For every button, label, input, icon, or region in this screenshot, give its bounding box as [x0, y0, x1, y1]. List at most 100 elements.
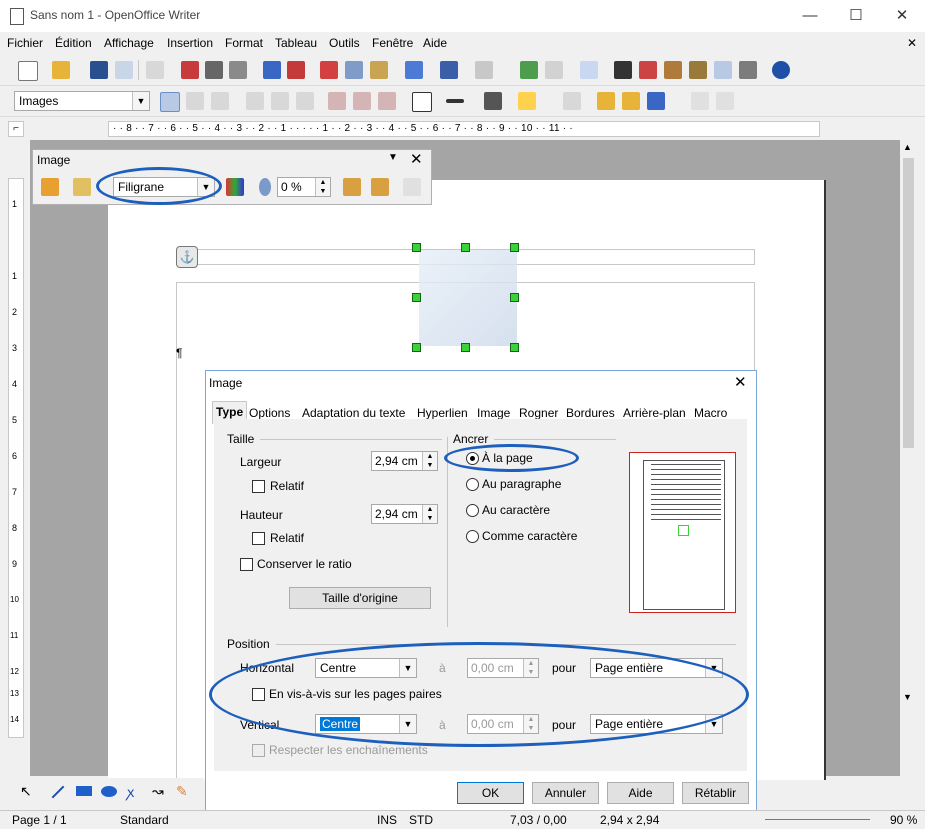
ok-button[interactable]: OK	[457, 782, 524, 804]
new-icon[interactable]	[18, 61, 38, 81]
vertical-ruler[interactable]: 1 1 2 3 4 5 6 7 8 9 10 11 12 13 14	[8, 178, 24, 738]
spin-arrows-icon[interactable]: ▲ ▼	[422, 505, 437, 523]
doc-close-icon[interactable]: ✕	[907, 36, 917, 50]
curve-icon[interactable]: ↝	[152, 783, 164, 800]
print-icon[interactable]	[205, 61, 223, 79]
selection-handle[interactable]	[412, 293, 421, 302]
send-back-icon[interactable]	[622, 92, 640, 110]
menu-edition[interactable]: Édition	[55, 36, 92, 50]
pdf-icon[interactable]	[181, 61, 199, 79]
menu-fenetre[interactable]: Fenêtre	[372, 36, 413, 50]
compass-icon[interactable]	[639, 61, 657, 79]
pilcrow-icon[interactable]	[714, 61, 732, 79]
border-color-icon[interactable]	[484, 92, 502, 110]
bottom-align-icon[interactable]	[378, 92, 396, 110]
draw-icon[interactable]	[580, 61, 598, 79]
flip-vertical-icon[interactable]	[343, 178, 361, 196]
scroll-thumb[interactable]	[903, 158, 914, 448]
copy-icon[interactable]	[345, 61, 363, 79]
table-icon[interactable]	[545, 61, 563, 79]
pen-icon[interactable]: ✎	[176, 783, 188, 800]
database-icon[interactable]	[689, 61, 707, 79]
toolbar-menu-icon[interactable]: ▼	[388, 152, 398, 163]
help-button[interactable]: Aide	[607, 782, 674, 804]
line-icon[interactable]	[51, 785, 65, 799]
bring-front-icon[interactable]	[597, 92, 615, 110]
middle-align-icon[interactable]	[353, 92, 371, 110]
spellcheck-icon[interactable]	[263, 61, 281, 79]
transparency-input[interactable]: 0 % ▲ ▼	[277, 177, 331, 197]
anchor-character-radio[interactable]	[466, 504, 479, 517]
gallery-icon[interactable]	[664, 61, 682, 79]
undo-icon[interactable]	[440, 61, 458, 79]
wrap-center-icon[interactable]	[271, 92, 289, 110]
flip-horizontal-icon[interactable]	[371, 178, 389, 196]
cut-icon[interactable]	[320, 61, 338, 79]
menu-fichier[interactable]: Fichier	[7, 36, 43, 50]
selection-handle[interactable]	[510, 243, 519, 252]
scroll-down-icon[interactable]: ▼	[903, 692, 912, 702]
help-icon[interactable]	[772, 61, 790, 79]
status-std[interactable]: STD	[409, 813, 433, 827]
filter-icon[interactable]	[73, 178, 91, 196]
anchor-as-character-radio[interactable]	[466, 530, 479, 543]
dialog-close-icon[interactable]: ✕	[734, 373, 747, 391]
preview-icon[interactable]	[229, 61, 247, 79]
cancel-button[interactable]: Annuler	[532, 782, 599, 804]
selection-handle[interactable]	[412, 343, 421, 352]
selection-handle[interactable]	[510, 293, 519, 302]
scroll-up-icon[interactable]: ▲	[903, 142, 912, 152]
menu-format[interactable]: Format	[225, 36, 263, 50]
horizontal-ruler[interactable]: · · 8 · · 7 · · 6 · · 5 · · 4 · · 3 · · …	[108, 121, 820, 137]
menu-tableau[interactable]: Tableau	[275, 36, 317, 50]
zoom-icon[interactable]	[739, 61, 757, 79]
width-input[interactable]: 2,94 cm ▲ ▼	[371, 451, 438, 471]
zoom-slider[interactable]	[765, 819, 870, 820]
wrap-right-icon[interactable]	[296, 92, 314, 110]
format-paintbrush-icon[interactable]	[405, 61, 423, 79]
toolbar-close-icon[interactable]: ✕	[410, 150, 423, 168]
selection-handle[interactable]	[412, 243, 421, 252]
menu-affichage[interactable]: Affichage	[104, 36, 154, 50]
relative-width-checkbox[interactable]	[252, 480, 265, 493]
menu-aide[interactable]: Aide	[423, 36, 447, 50]
open-icon[interactable]	[52, 61, 70, 79]
style-select[interactable]: Images ▼	[14, 91, 150, 111]
frame-properties-icon[interactable]	[563, 92, 581, 110]
menu-outils[interactable]: Outils	[329, 36, 360, 50]
align-left-icon[interactable]	[160, 92, 180, 112]
rectangle-icon[interactable]	[76, 786, 92, 796]
chevron-down-icon[interactable]: ▼	[132, 92, 149, 110]
height-input[interactable]: 2,94 cm ▲ ▼	[371, 504, 438, 524]
relative-height-checkbox[interactable]	[252, 532, 265, 545]
freeform-icon[interactable]: ꭗ	[127, 783, 134, 802]
redo-icon[interactable]	[475, 61, 493, 79]
original-size-button[interactable]: Taille d'origine	[289, 587, 431, 609]
anchor-icon[interactable]	[647, 92, 665, 110]
transparency-icon[interactable]	[259, 178, 271, 196]
anchor-paragraph-radio[interactable]	[466, 478, 479, 491]
save-icon[interactable]	[90, 61, 108, 79]
watermark-image[interactable]	[419, 250, 517, 346]
spin-arrows-icon[interactable]: ▲ ▼	[422, 452, 437, 470]
vertical-scrollbar[interactable]: ▲ ▼	[900, 140, 917, 776]
maximize-button[interactable]: ☐	[833, 0, 879, 32]
keep-ratio-checkbox[interactable]	[240, 558, 253, 571]
navigator-icon[interactable]	[520, 61, 538, 79]
follow-flow-checkbox[interactable]	[252, 744, 265, 757]
minimize-button[interactable]: —	[787, 0, 833, 32]
color-icon[interactable]	[226, 178, 244, 196]
autospell-icon[interactable]	[287, 61, 305, 79]
insert-image-icon[interactable]	[41, 178, 59, 196]
select-pointer-icon[interactable]: ↖	[20, 783, 32, 800]
paste-icon[interactable]	[370, 61, 388, 79]
status-ins[interactable]: INS	[377, 813, 397, 827]
selection-handle[interactable]	[461, 343, 470, 352]
email-icon[interactable]	[115, 61, 133, 79]
align-right-icon[interactable]	[211, 92, 229, 110]
selection-handle[interactable]	[461, 243, 470, 252]
edit-icon[interactable]	[146, 61, 164, 79]
border-icon[interactable]	[412, 92, 432, 112]
line-style-icon[interactable]	[446, 99, 464, 103]
ellipse-icon[interactable]	[101, 786, 117, 797]
